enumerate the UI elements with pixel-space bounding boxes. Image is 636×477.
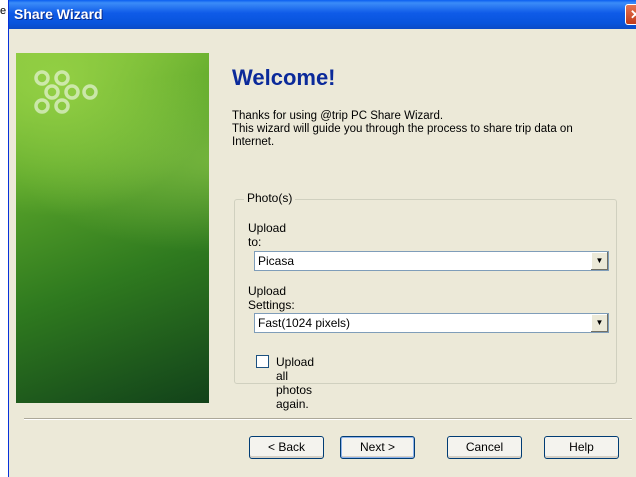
cancel-button[interactable]: Cancel bbox=[447, 436, 522, 459]
intro-line-2: This wizard will guide you through the p… bbox=[232, 123, 573, 148]
upload-settings-select[interactable]: Fast(1024 pixels) ▼ bbox=[254, 313, 609, 333]
title-bar[interactable]: Share Wizard ✕ bbox=[9, 0, 636, 29]
chevron-down-icon[interactable]: ▼ bbox=[590, 252, 608, 270]
background-window-stub: e bbox=[0, 5, 7, 17]
next-button[interactable]: Next > bbox=[340, 436, 415, 459]
intro-text: Thanks for using @trip PC Share Wizard. … bbox=[232, 110, 617, 149]
help-button[interactable]: Help bbox=[544, 436, 619, 459]
upload-all-again-checkbox[interactable] bbox=[256, 355, 269, 368]
photos-group-label: Photo(s) bbox=[244, 191, 296, 205]
page-title: Welcome! bbox=[232, 65, 336, 90]
upload-all-again-label[interactable]: Upload all photos again. bbox=[276, 355, 314, 411]
intro-line-1: Thanks for using @trip PC Share Wizard. bbox=[232, 110, 444, 122]
back-button[interactable]: < Back bbox=[249, 436, 324, 459]
close-icon[interactable]: ✕ bbox=[625, 4, 636, 25]
upload-settings-value: Fast(1024 pixels) bbox=[258, 316, 351, 330]
upload-to-select[interactable]: Picasa ▼ bbox=[254, 251, 609, 271]
dots-logo-icon bbox=[34, 70, 98, 114]
upload-to-value: Picasa bbox=[258, 254, 295, 268]
upload-settings-label: Upload Settings: bbox=[248, 284, 295, 312]
divider bbox=[24, 418, 632, 420]
window-title: Share Wizard bbox=[14, 6, 103, 22]
chevron-down-icon[interactable]: ▼ bbox=[590, 314, 608, 332]
wizard-sidebar-banner bbox=[16, 53, 209, 403]
upload-to-label: Upload to: bbox=[248, 221, 287, 249]
